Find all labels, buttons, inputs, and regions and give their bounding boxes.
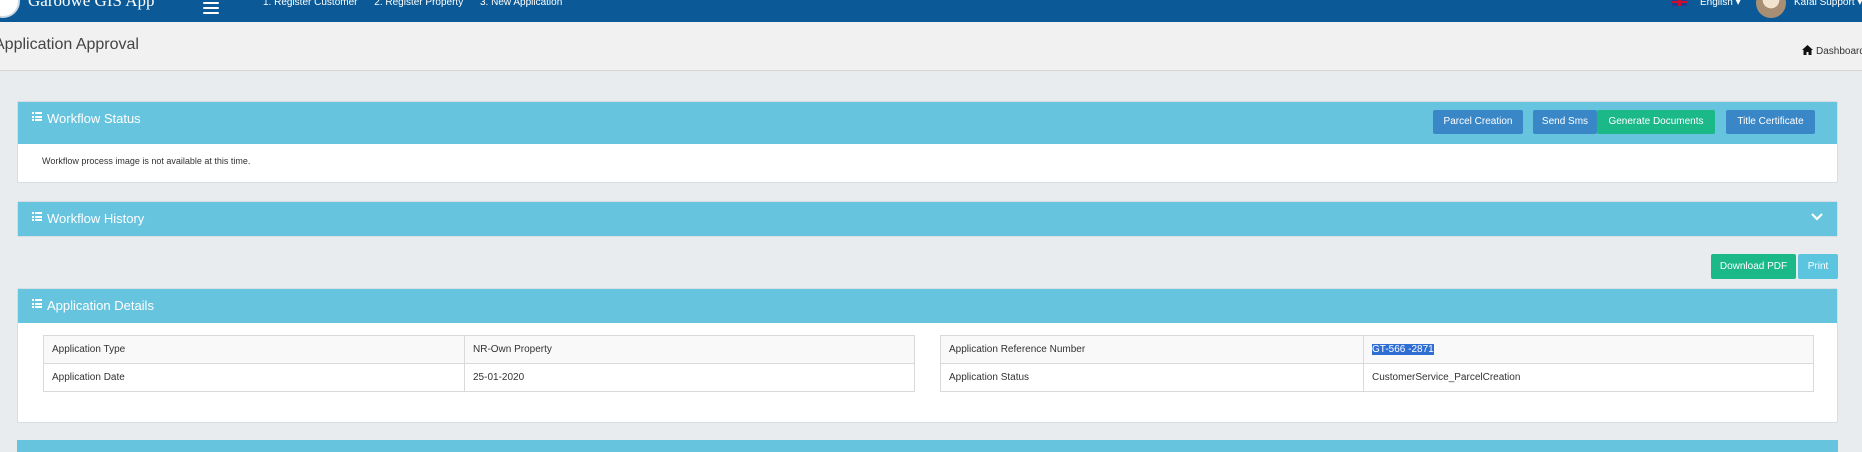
workflow-history-title: Workflow History [47,211,145,226]
page-header: Application Approval [0,22,1862,71]
print-button[interactable]: Print [1798,254,1838,279]
send-sms-button[interactable]: Send Sms [1533,110,1597,134]
top-navbar: Garoowe GIS App 1. Register Customer 2. … [0,0,1862,22]
next-panel-header [17,440,1838,452]
download-pdf-button[interactable]: Download PDF [1711,254,1796,279]
workflow-history-header[interactable]: Workflow History [18,202,1837,236]
application-details-table-left: Application Type NR-Own Property Applica… [43,335,915,392]
language-label: English [1700,0,1733,8]
table-row: Application Type NR-Own Property [43,335,915,364]
generate-documents-button[interactable]: Generate Documents [1597,110,1715,134]
top-nav: 1. Register Customer 2. Register Propert… [263,0,576,8]
parcel-creation-button[interactable]: Parcel Creation [1433,110,1523,134]
chevron-down-icon[interactable] [1811,213,1823,221]
next-panel [17,440,1838,452]
list-icon [32,299,42,308]
application-status-value: CustomerService_ParcelCreation [1363,363,1814,392]
app-logo-icon[interactable] [0,0,20,18]
reference-number-label: Application Reference Number [940,335,1364,364]
reference-number-cell: GT-566 -2871 [1363,335,1814,364]
page-title: Application Approval [0,36,139,53]
breadcrumb-dashboard[interactable]: Dashboard [1816,46,1862,57]
application-type-label: Application Type [43,335,465,364]
workflow-status-message: Workflow process image is not available … [42,156,251,166]
application-status-label: Application Status [940,363,1364,392]
application-details-title: Application Details [47,298,154,313]
workflow-status-header: Workflow Status Parcel Creation Send Sms… [18,102,1837,144]
user-menu[interactable]: Kafal Support ▾ [1794,0,1862,8]
reference-number-value: GT-566 -2871 [1372,344,1434,355]
table-row: Application Status CustomerService_Parce… [940,363,1814,392]
nav-register-customer[interactable]: 1. Register Customer [263,0,357,8]
workflow-status-title: Workflow Status [47,111,141,126]
language-selector[interactable]: English ▾ [1700,0,1741,8]
application-date-value: 25-01-2020 [464,363,915,392]
app-name[interactable]: Garoowe GIS App [28,0,155,11]
table-row: Application Reference Number GT-566 -287… [940,335,1814,364]
uk-flag-icon[interactable] [1672,0,1687,6]
menu-toggle-icon[interactable] [203,2,219,14]
user-name-label: Kafal Support [1794,0,1855,8]
list-icon [32,212,42,221]
workflow-history-panel: Workflow History [17,201,1838,237]
table-row: Application Date 25-01-2020 [43,363,915,392]
title-certificate-button[interactable]: Title Certificate [1726,110,1815,134]
list-icon [32,112,42,121]
application-details-table-right: Application Reference Number GT-566 -287… [940,335,1814,392]
workflow-status-panel: Workflow Status Parcel Creation Send Sms… [17,101,1838,183]
nav-new-application[interactable]: 3. New Application [480,0,562,8]
nav-register-property[interactable]: 2. Register Property [374,0,463,8]
application-details-header: Application Details [18,289,1837,323]
application-date-label: Application Date [43,363,465,392]
application-details-panel: Application Details Application Type NR-… [17,288,1838,423]
user-avatar[interactable] [1756,0,1786,18]
home-icon[interactable] [1802,45,1813,55]
application-type-value: NR-Own Property [464,335,915,364]
